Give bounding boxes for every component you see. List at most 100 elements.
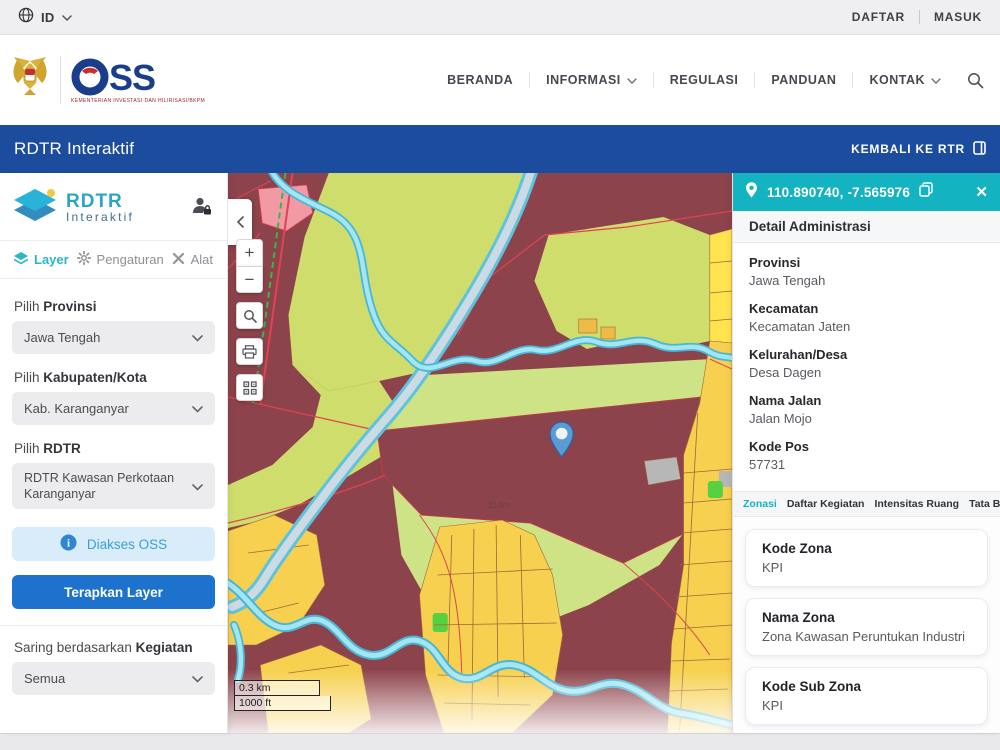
oss-brand[interactable]: SS KEMENTERIAN INVESTASI DAN HILIRISASI/…: [10, 55, 205, 106]
map-search-button[interactable]: [236, 302, 263, 329]
back-to-rtr-button[interactable]: KEMBALI KE RTR: [851, 141, 986, 158]
oss-rdtr-page: ID DAFTAR MASUK: [0, 0, 1000, 750]
tab-pengaturan[interactable]: Pengaturan: [77, 251, 164, 268]
detail-panel: 110.890740, -7.565976 ✕ Detail Administr…: [732, 173, 1000, 733]
coordinates-header: 110.890740, -7.565976 ✕: [733, 173, 1000, 211]
filter-label: Saring berdasarkan Kegiatan: [14, 640, 213, 655]
user-lock-icon[interactable]: [191, 196, 213, 221]
map-pin-icon: [745, 182, 758, 203]
search-icon: [243, 309, 257, 323]
chevron-left-icon: [236, 216, 244, 228]
divider: [0, 625, 227, 626]
tab-intensitas-ruang[interactable]: Intensitas Ruang: [874, 498, 959, 510]
page-title: RDTR Interaktif: [14, 139, 134, 159]
field-kelurahan-desa: Kelurahan/Desa Desa Dagen: [749, 347, 984, 380]
map-controls: + −: [236, 239, 263, 410]
city-label: Pilih Kabupaten/Kota: [14, 370, 213, 385]
zoom-out-button[interactable]: −: [236, 266, 263, 293]
coordinates-value: 110.890740, -7.565976: [767, 185, 910, 200]
chevron-down-icon: [627, 73, 637, 87]
rdtr-logo-title: RDTR: [66, 193, 134, 210]
map-viewport[interactable]: 114m + −: [228, 173, 732, 733]
oss-logo-mark: SS: [71, 57, 175, 97]
card-nama-zona: Nama Zona Zona Kawasan Peruntukan Indust…: [745, 598, 988, 656]
elevation-label: 114m: [488, 500, 510, 510]
info-icon: i: [60, 534, 77, 554]
field-nama-jalan: Nama Jalan Jalan Mojo: [749, 393, 984, 426]
field-kode-pos: Kode Pos 57731: [749, 439, 984, 472]
qr-code-icon: [243, 381, 257, 395]
zoning-tabs: Zonasi Daftar Kegiatan Intensitas Ruang …: [733, 491, 1000, 517]
layers-icon: [14, 252, 28, 268]
province-label: Pilih Provinsi: [14, 299, 213, 314]
field-kecamatan: Kecamatan Kecamatan Jaten: [749, 301, 984, 334]
globe-icon: [18, 7, 34, 28]
close-icon[interactable]: ✕: [975, 185, 988, 200]
qr-code-button[interactable]: [236, 374, 263, 401]
scale-kilometers: 0.3 km: [234, 680, 320, 696]
utility-topbar: ID DAFTAR MASUK: [0, 0, 1000, 35]
province-select[interactable]: Jawa Tengah: [12, 321, 215, 354]
sidebar-body: Pilih Provinsi Jawa Tengah Pilih Kabupat…: [0, 279, 227, 695]
tab-alat[interactable]: Alat: [172, 252, 213, 268]
card-kode-sub-zona: Kode Sub Zona KPI: [745, 667, 988, 725]
layer-sidebar: RDTR Interaktif Layer Pengaturan: [0, 173, 228, 733]
card-kode-zona: Kode Zona KPI: [745, 529, 988, 587]
nav-informasi[interactable]: INFORMASI: [530, 73, 653, 87]
diakses-oss-badge[interactable]: i Diakses OSS: [12, 527, 215, 561]
search-icon[interactable]: [967, 72, 984, 89]
oss-subtitle: KEMENTERIAN INVESTASI DAN HILIRISASI/BKP…: [71, 98, 205, 104]
section-title: Detail Administrasi: [733, 211, 1000, 243]
rdtr-select[interactable]: RDTR Kawasan Perkotaan Karanganyar: [12, 463, 215, 509]
map-scalebar: 0.3 km 1000 ft: [234, 680, 331, 711]
tab-layer[interactable]: Layer: [14, 252, 69, 268]
nav-regulasi[interactable]: REGULASI: [654, 73, 755, 87]
zoom-in-button[interactable]: +: [236, 239, 263, 266]
chevron-down-icon: [192, 330, 203, 345]
svg-text:SS: SS: [109, 57, 155, 97]
tab-tata-bangunan[interactable]: Tata Bangunan: [969, 498, 1000, 510]
map-canvas[interactable]: 114m: [228, 173, 732, 733]
main-nav: BERANDA INFORMASI REGULASI PANDUAN KONTA…: [431, 72, 984, 89]
printer-icon: [242, 345, 257, 359]
main-header: SS KEMENTERIAN INVESTASI DAN HILIRISASI/…: [0, 35, 1000, 125]
login-link[interactable]: MASUK: [934, 10, 982, 24]
zoning-cards[interactable]: Kode Zona KPI Nama Zona Zona Kawasan Per…: [733, 517, 1000, 733]
oss-logo: SS KEMENTERIAN INVESTASI DAN HILIRISASI/…: [71, 57, 205, 104]
rdtr-logo: RDTR Interaktif: [12, 187, 134, 230]
copy-icon[interactable]: [919, 182, 933, 202]
chevron-down-icon: [931, 73, 941, 87]
chevron-down-icon: [192, 671, 203, 686]
gear-icon: [77, 251, 91, 268]
divider: [919, 10, 920, 24]
sidebar-tabs: Layer Pengaturan Alat: [0, 240, 227, 279]
rdtr-layers-icon: [12, 187, 58, 230]
rdtr-logo-subtitle: Interaktif: [66, 210, 134, 224]
nav-panduan[interactable]: PANDUAN: [755, 73, 852, 87]
tools-icon: [172, 252, 185, 268]
tab-zonasi[interactable]: Zonasi: [743, 498, 777, 510]
scale-feet: 1000 ft: [234, 696, 331, 711]
garuda-emblem-icon: [10, 55, 50, 106]
apply-layer-button[interactable]: Terapkan Layer: [12, 575, 215, 609]
print-button[interactable]: [236, 338, 263, 365]
svg-text:i: i: [67, 538, 70, 550]
language-selector[interactable]: ID: [18, 7, 72, 28]
language-code: ID: [41, 10, 55, 25]
chevron-down-icon: [192, 401, 203, 416]
footer-strip: [0, 733, 1000, 750]
field-provinsi: Provinsi Jawa Tengah: [749, 255, 984, 288]
register-link[interactable]: DAFTAR: [852, 10, 905, 24]
content-row: RDTR Interaktif Layer Pengaturan: [0, 173, 1000, 733]
activity-filter-select[interactable]: Semua: [12, 662, 215, 695]
auth-links: DAFTAR MASUK: [852, 10, 982, 24]
administration-fields: Provinsi Jawa Tengah Kecamatan Kecamatan…: [733, 243, 1000, 491]
rdtr-label: Pilih RDTR: [14, 441, 213, 456]
page-titlebar: RDTR Interaktif KEMBALI KE RTR: [0, 125, 1000, 173]
chevron-down-icon: [62, 8, 72, 26]
tab-daftar-kegiatan[interactable]: Daftar Kegiatan: [787, 498, 865, 510]
city-select[interactable]: Kab. Karanganyar: [12, 392, 215, 425]
nav-beranda[interactable]: BERANDA: [431, 73, 529, 87]
chevron-down-icon: [192, 479, 203, 494]
nav-kontak[interactable]: KONTAK: [853, 73, 957, 87]
